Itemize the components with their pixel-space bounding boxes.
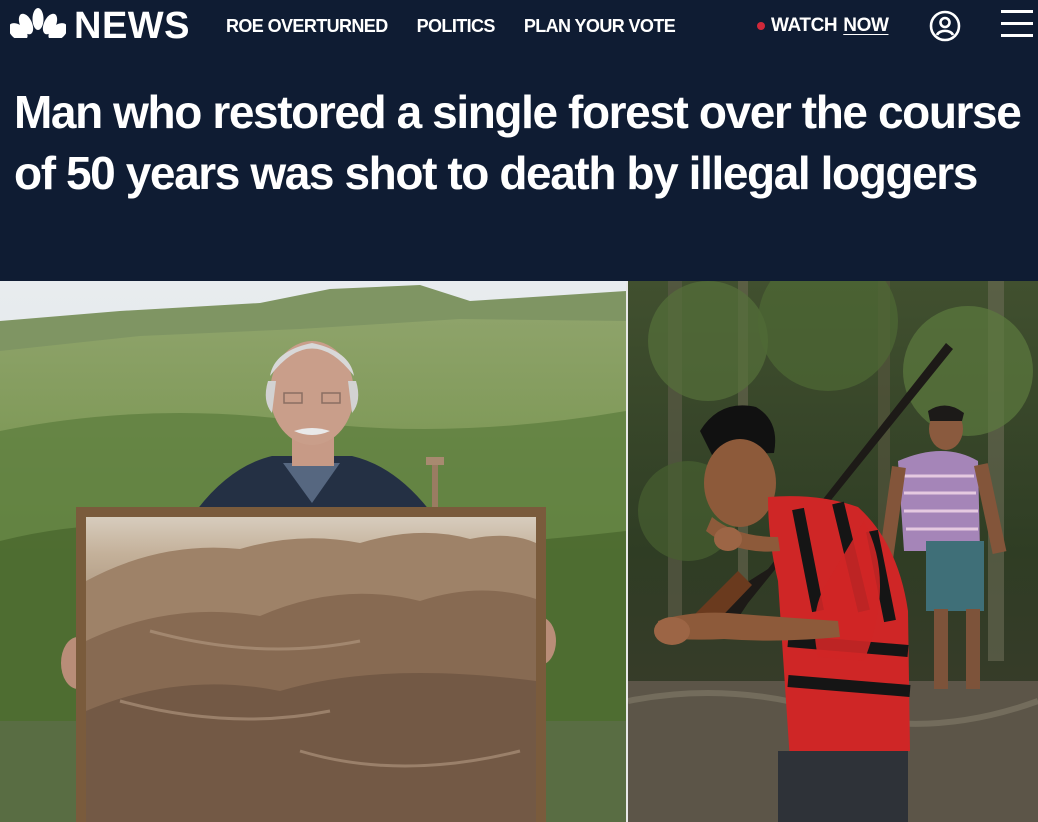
peacock-icon [10,8,66,44]
top-navigation-bar: NEWS ROE OVERTURNED POLITICS PLAN YOUR V… [0,0,1038,52]
logo-text: NEWS [74,5,190,47]
account-button[interactable] [929,10,961,42]
nav-item-politics[interactable]: POLITICS [417,16,496,37]
user-circle-icon [929,10,961,42]
photo-man-with-framed-photo [0,281,626,822]
photo-forest-guardians [628,281,1038,822]
nbc-news-logo[interactable]: NEWS [10,7,190,45]
article-headline: Man who restored a single forest over th… [14,86,1022,199]
live-dot-icon [757,22,765,30]
hamburger-menu-icon[interactable] [1001,10,1033,40]
now-label: NOW [843,15,889,36]
primary-nav: ROE OVERTURNED POLITICS PLAN YOUR VOTE [226,16,676,37]
watch-now-link[interactable]: WATCH NOW [757,15,889,37]
article-header: Man who restored a single forest over th… [0,52,1038,281]
article-hero-images [0,281,1038,822]
watch-label: WATCH [771,15,838,36]
nav-item-plan-your-vote[interactable]: PLAN YOUR VOTE [524,16,676,37]
nav-item-roe-overturned[interactable]: ROE OVERTURNED [226,16,388,37]
